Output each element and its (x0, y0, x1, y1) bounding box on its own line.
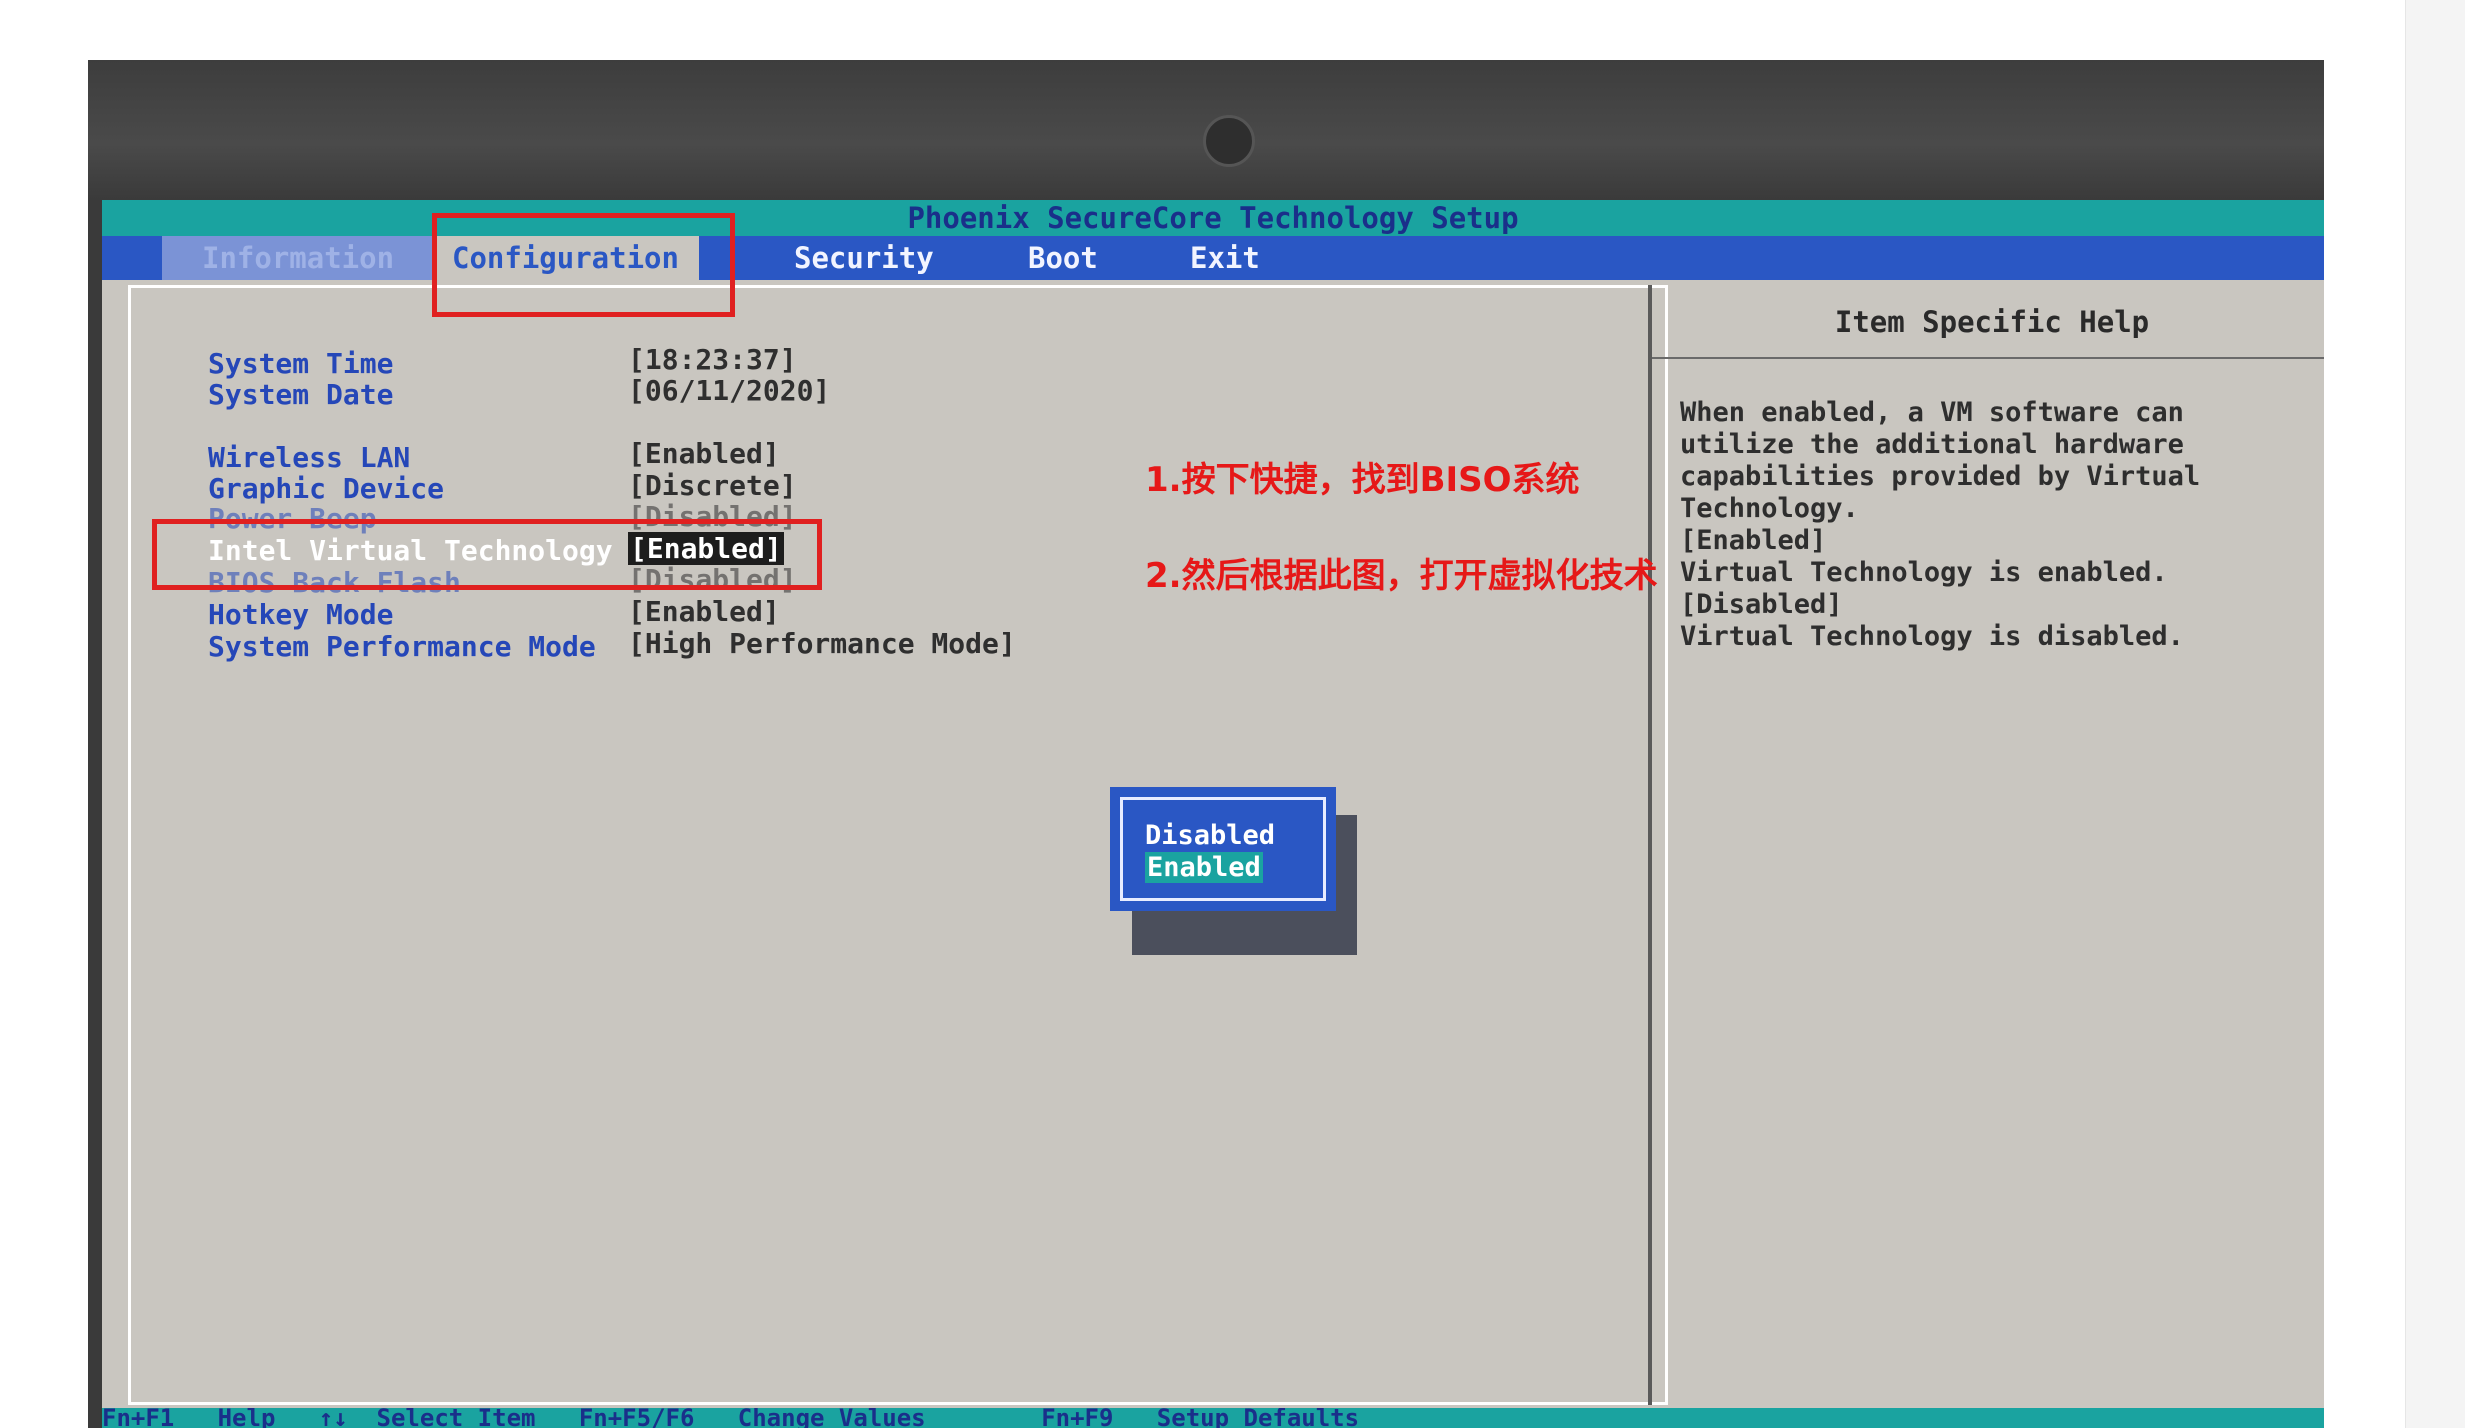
setting-label-system-time[interactable]: System Time (208, 347, 393, 380)
screen-edge (88, 200, 102, 1428)
help-title: Item Specific Help (1834, 305, 2150, 339)
help-line: [Enabled] (1680, 525, 1827, 556)
annotation-step-1: 1.按下快捷，找到BISO系统 (1145, 460, 1580, 500)
popup-option-disabled[interactable]: Disabled (1145, 820, 1275, 851)
virtual-technology-highlight-box (152, 519, 822, 590)
tab-exit[interactable]: Exit (1190, 236, 1260, 280)
configuration-highlight-box (432, 213, 735, 317)
setting-label-hotkey-mode[interactable]: Hotkey Mode (208, 598, 393, 631)
help-divider (1652, 357, 2324, 359)
page-right-gutter (2405, 0, 2465, 1428)
tab-security[interactable]: Security (794, 236, 934, 280)
help-line: capabilities provided by Virtual (1680, 461, 2201, 492)
bios-photo: Phoenix SecureCore Technology Setup Info… (88, 60, 2324, 1428)
tab-information[interactable]: Information (162, 236, 435, 280)
setting-value-system-performance-mode[interactable]: [High Performance Mode] (628, 627, 1016, 660)
value-picker-frame: Disabled Enabled (1120, 797, 1326, 901)
laptop-bezel (88, 60, 2324, 200)
help-line: Technology. (1680, 493, 1859, 524)
help-line: When enabled, a VM software can (1680, 397, 2184, 428)
setting-label-system-performance-mode[interactable]: System Performance Mode (208, 630, 596, 663)
setting-value-graphic-device[interactable]: [Discrete] (628, 469, 797, 502)
help-line: Virtual Technology is disabled. (1680, 621, 2184, 652)
setting-label-graphic-device[interactable]: Graphic Device (208, 472, 444, 505)
tab-boot[interactable]: Boot (1028, 236, 1098, 280)
setting-value-system-time[interactable]: [18:23:37] (628, 343, 797, 376)
setting-value-wireless-lan[interactable]: [Enabled] (628, 437, 780, 470)
setting-label-system-date[interactable]: System Date (208, 378, 393, 411)
setting-label-wireless-lan[interactable]: Wireless LAN (208, 441, 410, 474)
setting-value-hotkey-mode[interactable]: [Enabled] (628, 595, 780, 628)
help-line: [Disabled] (1680, 589, 1843, 620)
value-picker-popup: Disabled Enabled (1110, 787, 1336, 911)
help-line: Virtual Technology is enabled. (1680, 557, 2168, 588)
webcam-icon (1203, 115, 1255, 167)
popup-option-enabled[interactable]: Enabled (1145, 852, 1263, 883)
annotation-step-2: 2.然后根据此图，打开虚拟化技术 (1145, 556, 1658, 596)
bios-key-legend: Fn+F1 Help ↑↓ Select Item Fn+F5/F6 Chang… (102, 1408, 2324, 1428)
item-specific-help-panel: Item Specific Help When enabled, a VM so… (1648, 285, 2324, 1405)
help-line: utilize the additional hardware (1680, 429, 2184, 460)
setting-value-system-date[interactable]: [06/11/2020] (628, 374, 830, 407)
